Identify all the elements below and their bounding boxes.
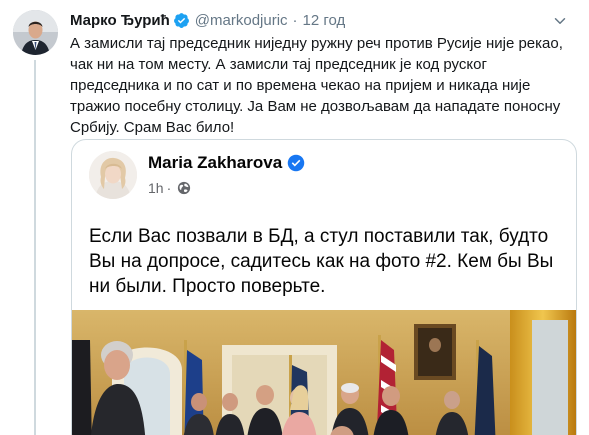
embedded-image-card[interactable]: Maria Zakharova 1h · Если Вас позвали в … [71, 139, 577, 435]
post-meta-separator: · [166, 180, 172, 196]
verified-badge-icon [287, 154, 305, 172]
globe-icon [178, 181, 191, 195]
author-name[interactable]: Марко Ђурић [70, 12, 170, 29]
thread-line [34, 60, 36, 435]
post-author-name: Maria Zakharova [148, 153, 305, 173]
tweet-text: А замисли тај председник ниједну ружну р… [70, 35, 563, 136]
tweet-header: Марко Ђурић @markodjuric · 12 год [70, 10, 575, 30]
author-handle[interactable]: @markodjuric [195, 12, 288, 29]
separator-dot: · [292, 11, 298, 29]
post-time: 1h [148, 180, 164, 196]
chevron-down-icon[interactable] [551, 12, 569, 30]
verified-badge-icon [173, 12, 189, 28]
author-avatar[interactable] [13, 10, 58, 55]
post-meta: 1h · [148, 180, 191, 196]
post-author-avatar [89, 151, 137, 199]
post-text: Если Вас позвали в БД, а стул поставили … [89, 226, 554, 297]
tweet-time[interactable]: 12 год [303, 12, 346, 29]
oval-office-photo [72, 310, 576, 435]
post-author-name-text: Maria Zakharova [148, 153, 283, 172]
